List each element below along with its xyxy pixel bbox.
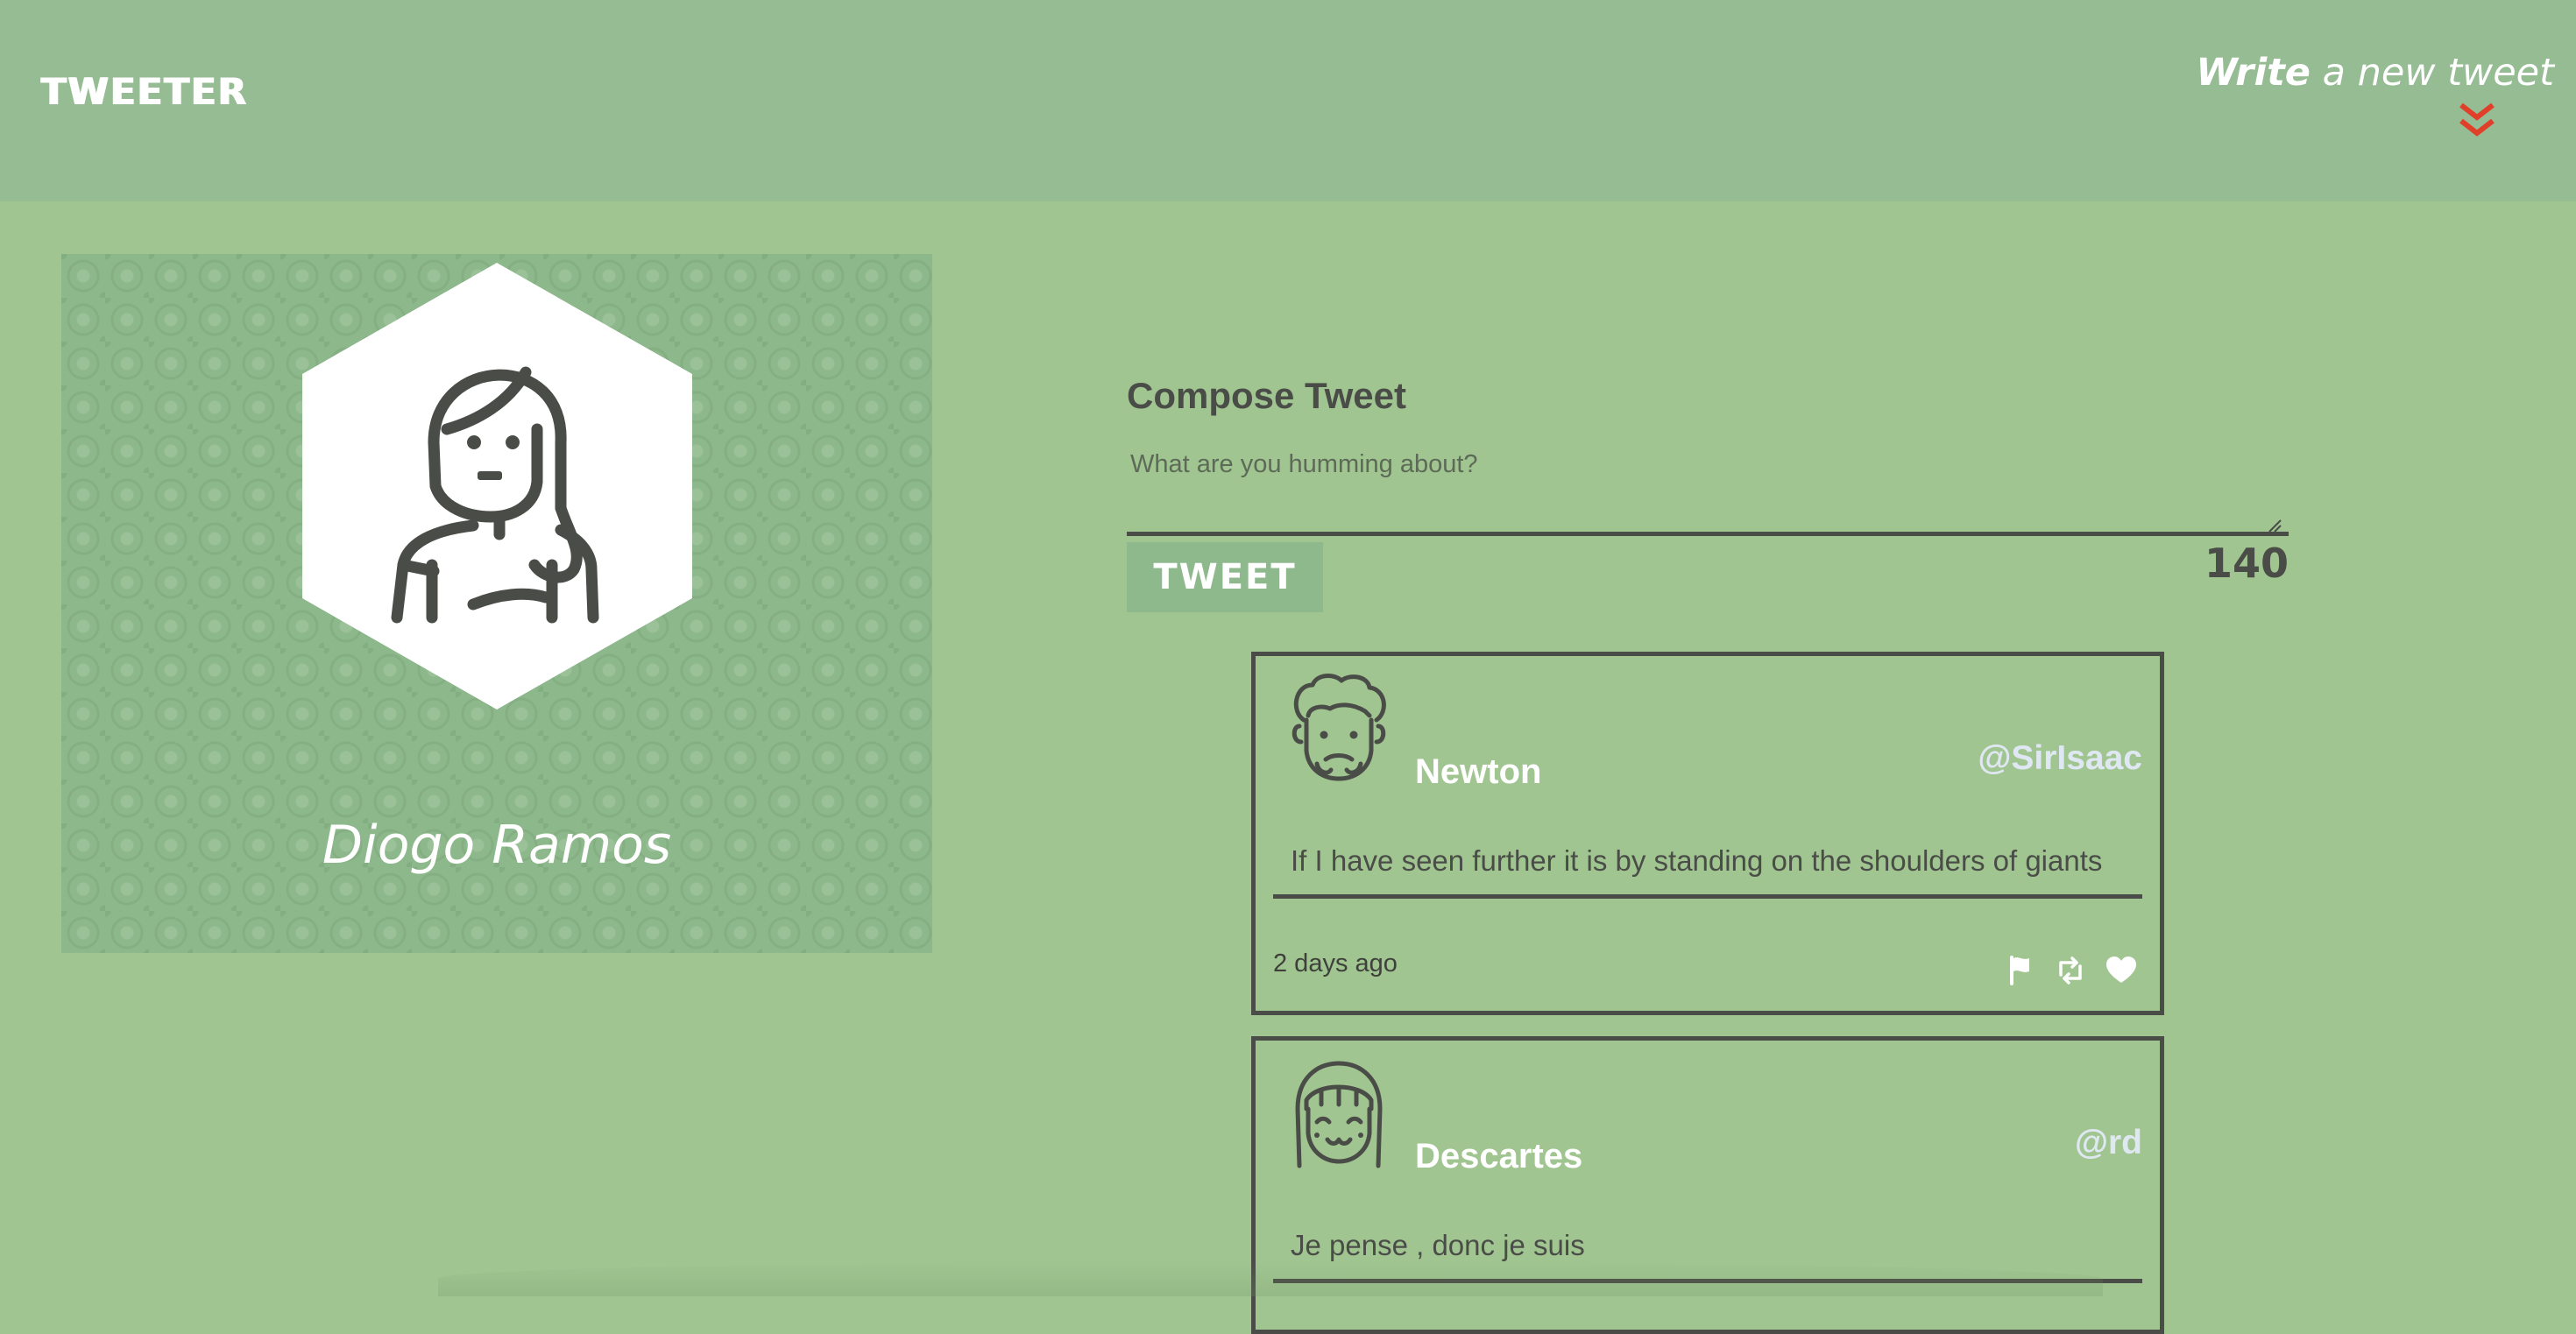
bottom-shadow <box>438 1261 2103 1296</box>
profile-card: Diogo Ramos <box>61 254 932 953</box>
tweet-author-handle: @SirIsaac <box>1978 739 2142 777</box>
resize-grip-icon[interactable] <box>2268 519 2282 533</box>
retweet-icon[interactable] <box>2054 956 2087 985</box>
tweet-card: Newton @SirIsaac If I have seen further … <box>1251 652 2164 1015</box>
tweet-timestamp: 2 days ago <box>1273 949 1398 978</box>
tweet-submit-button[interactable]: TWEET <box>1127 542 1323 612</box>
write-new-tweet-toggle[interactable]: Write a new tweet <box>2186 51 2554 147</box>
write-word: Write <box>2196 51 2311 95</box>
tweet-author-handle: @rd <box>2074 1124 2142 1161</box>
tweet-author-name: Newton <box>1415 752 1542 791</box>
avatar-newton-icon <box>1292 674 1386 781</box>
double-chevron-down-icon[interactable] <box>2458 102 2496 140</box>
brand-logo[interactable]: TWEETER <box>41 70 248 113</box>
character-counter: 140 <box>2204 540 2289 587</box>
compose-tweet-section: Compose Tweet TWEET 140 <box>1127 368 2289 613</box>
new-tweet-words: a new tweet <box>2310 51 2554 95</box>
tweet-actions <box>2003 956 2138 985</box>
profile-name: Diogo Ramos <box>322 815 672 876</box>
compose-title: Compose Tweet <box>1127 375 1406 416</box>
heart-icon[interactable] <box>2105 956 2138 985</box>
tweet-text-input[interactable] <box>1127 447 2289 536</box>
flag-icon[interactable] <box>2003 956 2036 985</box>
write-new-tweet-label[interactable]: Write a new tweet <box>2196 51 2554 95</box>
tweet-author-name: Descartes <box>1415 1137 1583 1175</box>
tweet-content: If I have seen further it is by standing… <box>1273 844 2142 899</box>
top-nav: TWEETER Write a new tweet <box>0 0 2576 201</box>
avatar-descartes-icon <box>1295 1061 1383 1168</box>
user-avatar-icon <box>302 263 692 709</box>
